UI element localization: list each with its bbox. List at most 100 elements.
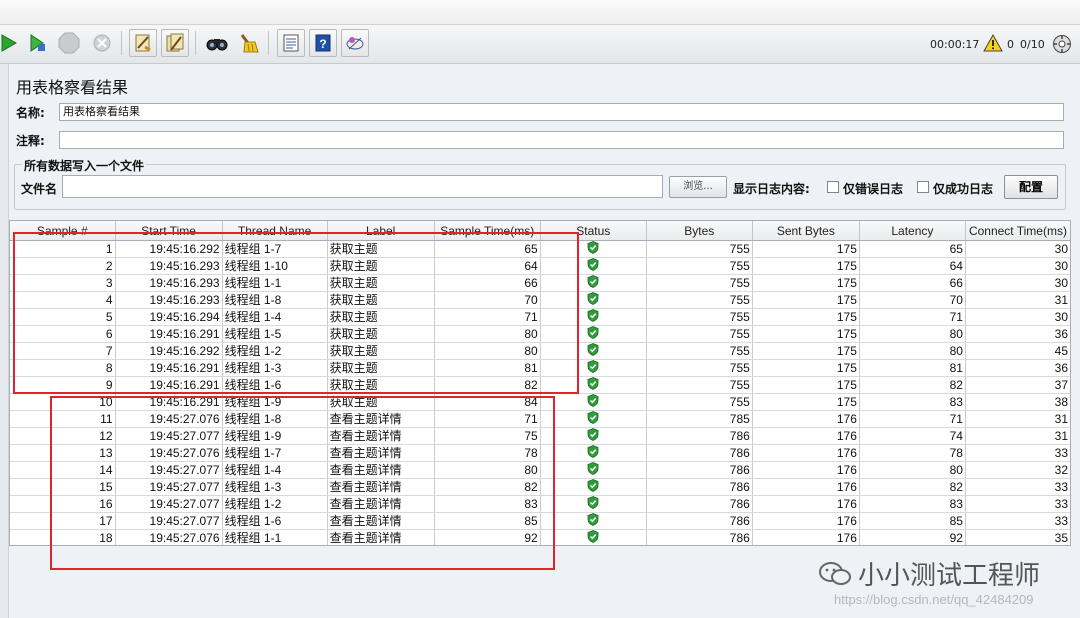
table-cell: 786 [646,512,753,530]
table-row[interactable]: 3 19:45:16.293 线程组 1-1 获取主题 66 755 175 66 30 [10,274,1070,292]
configure-button[interactable]: 配置 [1004,175,1058,199]
table-row[interactable]: 17 19:45:27.077 线程组 1-6 查看主题详情 85 786 176 85 33 [10,512,1070,530]
status-cell [540,308,647,326]
column-header[interactable]: Bytes [646,221,753,241]
stop-icon[interactable] [55,29,83,57]
table-cell: 19:45:16.291 [115,359,223,377]
table-row[interactable]: 8 19:45:16.291 线程组 1-3 获取主题 81 755 175 81 36 [10,359,1070,377]
table-cell: 755 [646,342,753,360]
table-cell: 5 [10,308,116,326]
table-row[interactable]: 15 19:45:27.077 线程组 1-3 查看主题详情 82 786 176 82 33 [10,478,1070,496]
table-cell: 线程组 1-7 [222,240,328,258]
success-shield-icon [587,428,599,444]
table-cell: 获取主题 [327,257,435,275]
table-cell: 14 [10,461,116,479]
table-cell: 获取主题 [327,376,435,394]
table-row[interactable]: 10 19:45:16.291 线程组 1-9 获取主题 84 755 175 83 38 [10,393,1070,411]
column-header[interactable]: Thread Name [222,221,328,241]
start-no-pauses-icon[interactable] [23,29,51,57]
column-header[interactable]: Connect Time(ms) [965,221,1070,241]
watermark-text: 小小测试工程师 [858,561,1041,591]
search-icon[interactable] [203,29,231,57]
table-row[interactable]: 12 19:45:27.077 线程组 1-9 查看主题详情 75 786 176 74 31 [10,427,1070,445]
table-row[interactable]: 16 19:45:27.077 线程组 1-2 查看主题详情 83 786 176 83 33 [10,495,1070,513]
warning-icon[interactable] [983,33,1003,55]
status-cell [540,342,647,360]
table-cell: 83 [434,495,541,513]
reset-search-icon[interactable] [235,29,263,57]
clear-icon[interactable] [129,29,157,57]
column-header[interactable]: Sample Time(ms) [434,221,541,241]
table-cell: 31 [965,427,1070,445]
table-row[interactable]: 4 19:45:16.293 线程组 1-8 获取主题 70 755 175 70 31 [10,291,1070,309]
errors-only-label: 仅错误日志 [843,182,904,196]
toolbar: ? 00:00:17 0 0/10 [0,25,1080,64]
start-icon[interactable] [0,29,22,57]
clear-all-icon[interactable] [161,29,189,57]
table-cell: 查看主题详情 [327,427,435,445]
filename-field[interactable] [62,175,663,198]
table-cell: 78 [434,444,541,462]
function-helper-icon[interactable] [277,29,305,57]
table-cell: 755 [646,359,753,377]
column-header[interactable]: Latency [859,221,966,241]
comment-field[interactable] [59,131,1064,149]
column-header[interactable]: Start Time [115,221,223,241]
table-row[interactable]: 5 19:45:16.294 线程组 1-4 获取主题 71 755 175 71 30 [10,308,1070,326]
column-header[interactable]: Status [540,221,647,241]
comment-label: 注释: [16,134,45,148]
column-header[interactable]: Label [327,221,435,241]
column-header[interactable]: Sample # [10,221,116,241]
warning-count: 0 [1007,38,1014,51]
table-row[interactable]: 14 19:45:27.077 线程组 1-4 查看主题详情 80 786 176 80 32 [10,461,1070,479]
table-cell: 755 [646,325,753,343]
status-cell [540,393,647,411]
thread-status-icon[interactable] [1052,34,1072,57]
table-cell: 80 [434,342,541,360]
table-row[interactable]: 7 19:45:16.292 线程组 1-2 获取主题 80 755 175 80 45 [10,342,1070,360]
status-cell [540,376,647,394]
table-cell: 19:45:16.291 [115,393,223,411]
status-cell [540,274,647,292]
results-table-container[interactable]: Sample # Start Time Thread Name Label Sa… [9,220,1071,546]
table-cell: 1 [10,240,116,258]
table-row[interactable]: 1 19:45:16.292 线程组 1-7 获取主题 65 755 175 65 30 [10,240,1070,258]
table-cell: 线程组 1-2 [222,342,328,360]
table-cell: 786 [646,461,753,479]
table-cell: 175 [752,325,860,343]
active-threads-count: 0/10 [1020,38,1045,51]
table-row[interactable]: 18 19:45:27.076 线程组 1-1 查看主题详情 92 786 176 92 35 [10,529,1070,545]
table-cell: 85 [859,512,966,530]
table-row[interactable]: 13 19:45:27.076 线程组 1-7 查看主题详情 78 786 176 78 33 [10,444,1070,462]
help-icon[interactable]: ? [309,29,337,57]
remote-icon[interactable] [341,29,369,57]
column-header[interactable]: Sent Bytes [752,221,860,241]
table-cell: 66 [859,274,966,292]
table-cell: 线程组 1-2 [222,495,328,513]
table-cell: 9 [10,376,116,394]
table-cell: 176 [752,461,860,479]
table-cell: 33 [965,495,1070,513]
table-row[interactable]: 11 19:45:27.076 线程组 1-8 查看主题详情 71 785 176 71 31 [10,410,1070,428]
table-cell: 176 [752,478,860,496]
errors-only-checkbox[interactable] [827,181,839,193]
table-cell: 82 [434,376,541,394]
table-row[interactable]: 2 19:45:16.293 线程组 1-10 获取主题 64 755 175 64 30 [10,257,1070,275]
table-cell: 65 [434,240,541,258]
table-cell: 755 [646,257,753,275]
table-row[interactable]: 9 19:45:16.291 线程组 1-6 获取主题 82 755 175 82 37 [10,376,1070,394]
table-cell: 84 [434,393,541,411]
table-cell: 755 [646,376,753,394]
table-cell: 19:45:27.077 [115,495,223,513]
table-cell: 线程组 1-7 [222,444,328,462]
table-cell: 获取主题 [327,393,435,411]
table-cell: 755 [646,291,753,309]
table-cell: 786 [646,444,753,462]
shutdown-icon[interactable] [88,29,116,57]
table-row[interactable]: 6 19:45:16.291 线程组 1-5 获取主题 80 755 175 80 36 [10,325,1070,343]
name-label: 名称: [16,106,45,120]
table-cell: 45 [965,342,1070,360]
browse-button[interactable]: 浏览... [669,176,727,198]
success-only-checkbox[interactable] [917,181,929,193]
name-field[interactable]: 用表格察看结果 [59,103,1064,121]
